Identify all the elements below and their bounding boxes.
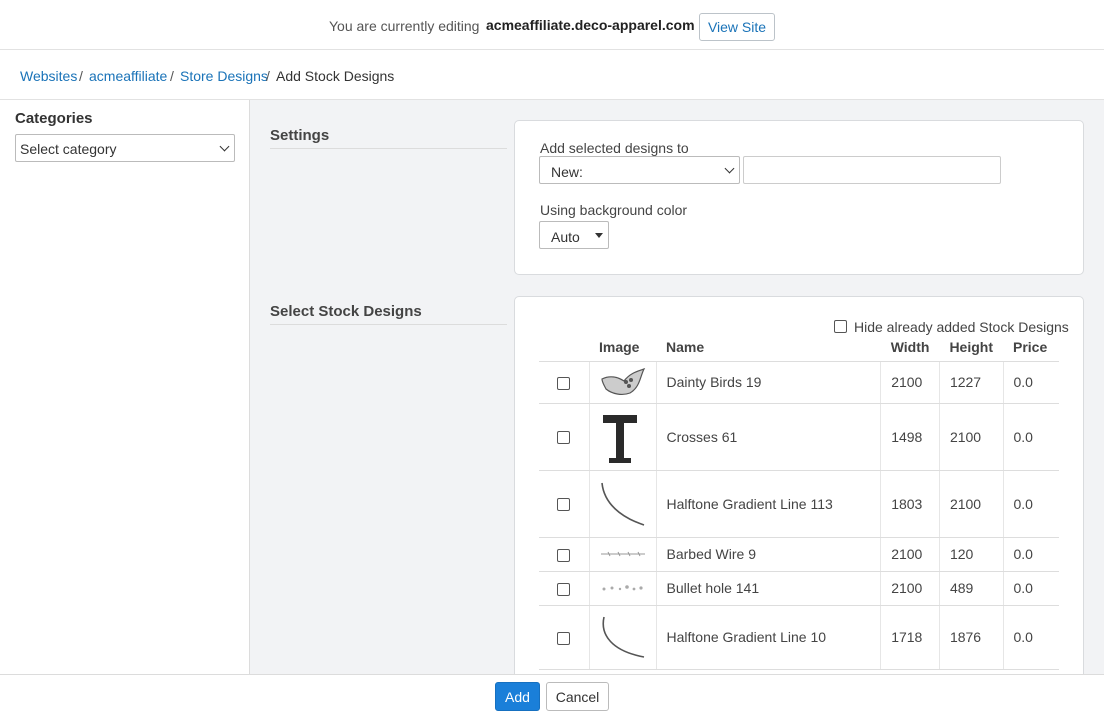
breadcrumb: Websites / acmeaffiliate / Store Designs… xyxy=(0,50,1104,100)
select-column-header xyxy=(539,333,589,362)
hide-added-checkbox[interactable] xyxy=(834,320,847,333)
categories-sidebar: Categories Select category xyxy=(0,100,250,674)
editing-label: You are currently editing xyxy=(329,18,480,34)
categories-title: Categories xyxy=(15,110,93,127)
design-price: 0.0 xyxy=(1002,537,1059,572)
cancel-button[interactable]: Cancel xyxy=(546,682,609,711)
design-price: 0.0 xyxy=(1002,605,1059,670)
table-row[interactable]: Barbed Wire 9 2100 120 0.0 xyxy=(539,537,1059,572)
design-width: 1718 xyxy=(880,605,940,670)
design-name: Dainty Birds 19 xyxy=(655,361,881,404)
table-row[interactable]: Dainty Birds 19 2100 1227 0.0 xyxy=(539,361,1059,404)
design-height: 2100 xyxy=(938,470,1003,538)
design-width: 2100 xyxy=(880,571,940,606)
row-checkbox[interactable] xyxy=(557,498,571,512)
barbed-wire-icon xyxy=(588,537,656,572)
breadcrumb-separator: / xyxy=(170,68,174,84)
design-name: Halftone Gradient Line 113 xyxy=(655,470,881,538)
row-checkbox[interactable] xyxy=(557,431,571,445)
settings-section-title: Settings xyxy=(270,127,507,149)
new-design-name-input[interactable] xyxy=(743,156,1001,184)
add-to-select[interactable]: New: xyxy=(539,156,740,184)
breadcrumb-separator: / xyxy=(79,68,83,84)
background-color-dropdown[interactable]: Auto xyxy=(539,221,609,249)
width-column-header: Width xyxy=(880,333,940,362)
bird-icon xyxy=(588,361,656,404)
price-column-header: Price xyxy=(1003,333,1059,362)
add-to-select-value: New: xyxy=(551,164,583,180)
breadcrumb-store-designs-link[interactable]: Store Designs xyxy=(180,68,268,84)
row-checkbox[interactable] xyxy=(557,548,571,562)
chevron-down-icon xyxy=(219,141,230,152)
main-content: Settings Add selected designs to New: Us… xyxy=(250,100,1104,674)
chevron-down-icon xyxy=(724,163,735,174)
curve-line-icon xyxy=(588,605,656,670)
caret-down-icon xyxy=(595,233,603,238)
row-checkbox[interactable] xyxy=(557,631,571,645)
action-footer: Add Cancel xyxy=(0,674,1104,716)
name-column-header: Name xyxy=(656,333,881,362)
table-row[interactable]: Bullet hole 141 2100 489 0.0 xyxy=(539,571,1059,606)
breadcrumb-separator: / xyxy=(266,68,270,84)
design-height: 2100 xyxy=(938,403,1003,471)
image-column-header: Image xyxy=(589,333,656,362)
background-color-value: Auto xyxy=(551,229,580,245)
cross-icon xyxy=(588,403,656,471)
table-header-row: Image Name Width Height Price xyxy=(539,333,1059,362)
design-height: 1876 xyxy=(938,605,1003,670)
add-to-label: Add selected designs to xyxy=(540,140,689,156)
stock-designs-card: Hide already added Stock Designs Image N… xyxy=(514,296,1084,674)
view-site-button[interactable]: View Site xyxy=(699,13,775,41)
design-width: 1498 xyxy=(880,403,940,471)
design-height: 120 xyxy=(938,537,1003,572)
design-height: 1227 xyxy=(938,361,1003,404)
design-height: 489 xyxy=(938,571,1003,606)
design-width: 2100 xyxy=(880,361,940,404)
design-name: Bullet hole 141 xyxy=(655,571,881,606)
add-button[interactable]: Add xyxy=(495,682,540,711)
bullet-hole-icon xyxy=(588,571,656,606)
design-name: Barbed Wire 9 xyxy=(655,537,881,572)
top-editing-bar: You are currently editing acmeaffiliate.… xyxy=(0,0,1104,50)
settings-card: Add selected designs to New: Using backg… xyxy=(514,120,1084,275)
design-price: 0.0 xyxy=(1002,361,1059,404)
select-designs-section-title: Select Stock Designs xyxy=(270,303,507,325)
category-select[interactable]: Select category xyxy=(15,134,235,162)
site-name: acmeaffiliate.deco-apparel.com xyxy=(486,17,695,33)
table-row[interactable]: Halftone Gradient Line 113 1803 2100 0.0 xyxy=(539,470,1059,538)
table-row[interactable]: Halftone Gradient Line 10 1718 1876 0.0 xyxy=(539,605,1059,670)
breadcrumb-current: Add Stock Designs xyxy=(276,68,395,84)
design-name: Halftone Gradient Line 10 xyxy=(655,605,881,670)
design-price: 0.0 xyxy=(1002,403,1059,471)
design-price: 0.0 xyxy=(1002,571,1059,606)
category-select-value: Select category xyxy=(20,141,117,157)
design-width: 2100 xyxy=(880,537,940,572)
row-checkbox[interactable] xyxy=(557,582,571,596)
background-color-label: Using background color xyxy=(540,202,688,218)
design-name: Crosses 61 xyxy=(655,403,881,471)
height-column-header: Height xyxy=(939,333,1003,362)
curve-line-icon xyxy=(588,470,656,538)
table-row[interactable]: Crosses 61 1498 2100 0.0 xyxy=(539,403,1059,471)
breadcrumb-websites-link[interactable]: Websites xyxy=(20,68,77,84)
breadcrumb-acmeaffiliate-link[interactable]: acmeaffiliate xyxy=(89,68,167,84)
design-price: 0.0 xyxy=(1002,470,1059,538)
design-width: 1803 xyxy=(880,470,940,538)
stock-designs-table: Image Name Width Height Price Dainty Bir… xyxy=(539,333,1059,670)
row-checkbox[interactable] xyxy=(557,376,571,390)
